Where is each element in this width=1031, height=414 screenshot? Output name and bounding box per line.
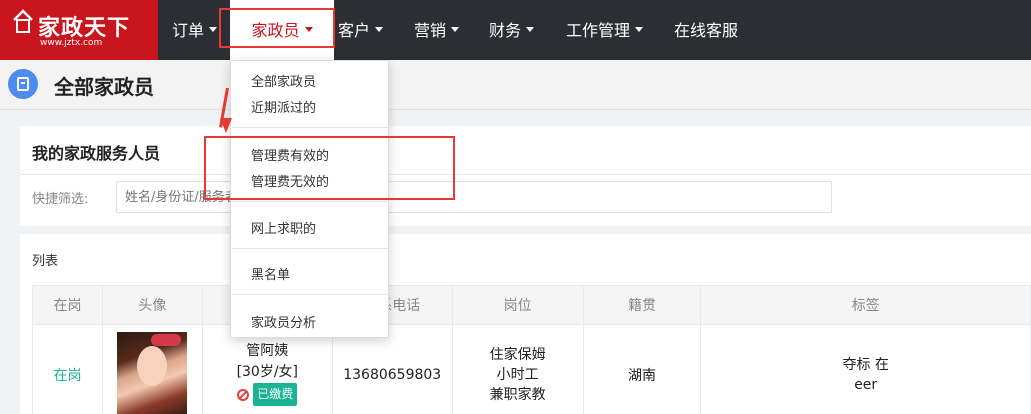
- nav-marketing[interactable]: 营销: [414, 0, 460, 60]
- nav-customers[interactable]: 客户: [338, 0, 384, 60]
- nav-orders[interactable]: 订单: [172, 0, 218, 60]
- page-title-bar: 全部家政员: [0, 60, 1031, 110]
- nav-online-service[interactable]: 在线客服: [674, 0, 738, 60]
- paid-badge: 已缴费: [253, 383, 298, 407]
- table-header-row: 在岗 头像 联系电话 岗位 籍贯 标签: [32, 285, 1031, 325]
- avatar-cell: [101, 324, 203, 414]
- menu-item-blacklist[interactable]: 黑名单: [251, 264, 290, 283]
- col-header-hometown[interactable]: 籍贯: [582, 285, 702, 325]
- menu-divider: [232, 248, 389, 249]
- brand-url: www.jztx.com: [40, 38, 103, 48]
- age-gender: [30岁/女]: [236, 364, 299, 381]
- list-label: 列表: [32, 254, 59, 269]
- divider: [20, 174, 1031, 175]
- nav-work-management[interactable]: 工作管理: [566, 0, 644, 60]
- brand-logo[interactable]: 家政天下 www.jztx.com: [0, 0, 158, 60]
- tag-item: 夺标 在: [842, 356, 889, 373]
- menu-item-housekeeper-analysis[interactable]: 家政员分析: [251, 312, 316, 331]
- position-item: 小时工: [496, 366, 539, 383]
- annotation-arrow-head: [220, 118, 232, 133]
- position-item: 住家保姆: [489, 346, 546, 363]
- filter-panel: 我的家政服务人员 快捷筛选:: [20, 126, 1031, 226]
- nav-orders-label: 订单: [172, 21, 205, 40]
- nav-finance[interactable]: 财务: [489, 0, 535, 60]
- housekeeper-table: 在岗 头像 联系电话 岗位 籍贯 标签 在岗 管阿姨 [30岁/女] 已缴费 1…: [32, 285, 1031, 414]
- filter-panel-heading: 我的家政服务人员: [32, 144, 161, 163]
- status-cell: 在岗: [32, 324, 103, 414]
- house-icon: [13, 9, 33, 33]
- top-nav-bar: 家政天下 www.jztx.com 订单 家政员 客户 营销 财务 工作管理 在…: [0, 0, 1031, 60]
- table-row[interactable]: 在岗 管阿姨 [30岁/女] 已缴费 13680659803 住家保姆 小时工 …: [32, 324, 1031, 414]
- caret-down-icon: [451, 27, 460, 32]
- caret-down-icon: [526, 27, 535, 32]
- housekeeper-name[interactable]: 管阿姨: [203, 341, 332, 362]
- tags-cell: 夺标 在 eer: [700, 324, 1031, 414]
- quick-filter-label: 快捷筛选:: [32, 192, 89, 207]
- nav-work-management-label: 工作管理: [566, 21, 631, 40]
- nav-customers-label: 客户: [338, 21, 371, 40]
- nav-online-service-label: 在线客服: [674, 21, 739, 40]
- position-item: 兼职家教: [489, 386, 546, 403]
- nav-marketing-label: 营销: [414, 21, 447, 40]
- list-panel: 列表 在岗 头像 联系电话 岗位 籍贯 标签 在岗 管阿姨 [30岁/女] 已缴…: [20, 234, 1031, 414]
- caret-down-icon: [209, 27, 218, 32]
- col-header-avatar[interactable]: 头像: [101, 285, 203, 325]
- book-icon: [8, 69, 38, 99]
- position-cell: 住家保姆 小时工 兼职家教: [451, 324, 584, 414]
- nav-finance-label: 财务: [489, 21, 522, 40]
- menu-divider: [232, 127, 389, 128]
- hometown-cell: 湖南: [582, 324, 702, 414]
- prohibited-icon: [237, 388, 250, 401]
- col-header-tags[interactable]: 标签: [700, 285, 1031, 325]
- menu-divider: [232, 294, 389, 295]
- caret-down-icon: [375, 27, 384, 32]
- annotation-box-fee-items: [204, 136, 455, 200]
- menu-item-recently-dispatched[interactable]: 近期派过的: [251, 97, 316, 116]
- annotation-box-nav: [219, 8, 335, 48]
- tag-item: eer: [854, 376, 878, 393]
- col-header-position[interactable]: 岗位: [451, 285, 584, 325]
- avatar[interactable]: [117, 331, 188, 414]
- col-header-status[interactable]: 在岗: [32, 285, 103, 325]
- menu-item-online-applicants[interactable]: 网上求职的: [251, 218, 316, 237]
- menu-divider: [232, 201, 389, 202]
- page-title: 全部家政员: [54, 75, 154, 99]
- menu-item-all-housekeepers[interactable]: 全部家政员: [251, 71, 316, 90]
- caret-down-icon: [635, 27, 644, 32]
